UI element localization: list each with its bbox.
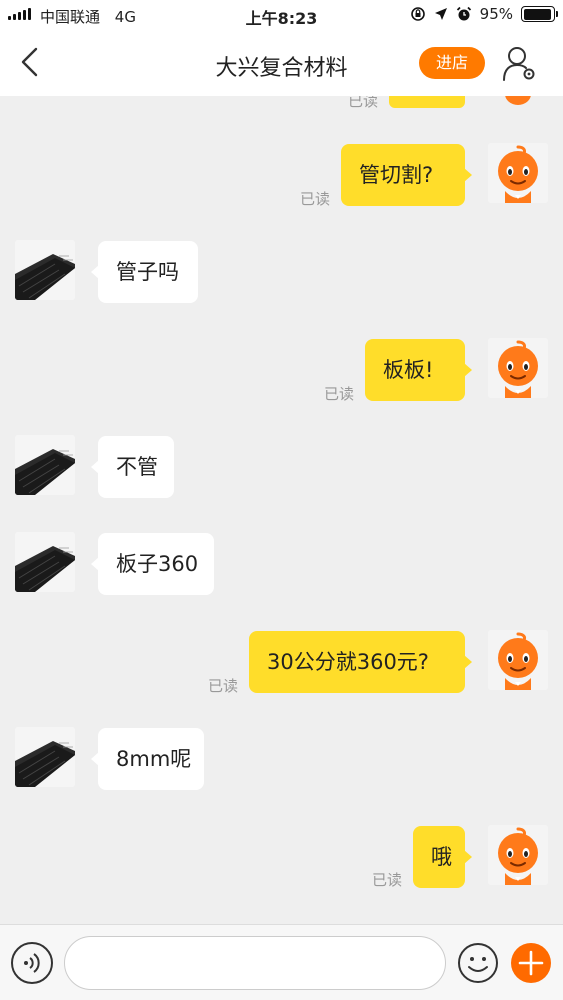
emoji-button[interactable] xyxy=(457,942,499,984)
voice-button[interactable] xyxy=(11,942,53,984)
message-bubble-received[interactable]: 管子吗 xyxy=(91,241,198,303)
message-bubble-sent[interactable]: 30公分就360元? xyxy=(249,631,472,693)
my-avatar[interactable] xyxy=(488,630,548,690)
seller-avatar[interactable] xyxy=(15,240,75,300)
seller-avatar[interactable] xyxy=(15,727,75,787)
input-bar xyxy=(0,924,563,1000)
avatar-mascot-partial xyxy=(488,96,548,108)
carbon-sheet-icon xyxy=(15,532,75,592)
message-bubble-sent[interactable]: 哦 xyxy=(413,826,472,888)
read-status: 已读 xyxy=(300,190,331,208)
seller-avatar[interactable] xyxy=(15,435,75,495)
read-status: 已读 xyxy=(372,871,403,889)
more-actions-button[interactable] xyxy=(511,943,551,983)
user-settings-icon xyxy=(503,47,535,81)
read-status: 已读 xyxy=(324,385,355,403)
carbon-sheet-icon xyxy=(15,435,75,495)
voice-icon xyxy=(24,953,40,973)
message-bubble-sent[interactable]: 板板! xyxy=(365,339,472,401)
carbon-sheet-icon xyxy=(15,727,75,787)
location-arrow-icon xyxy=(434,8,447,20)
orange-mascot-icon xyxy=(498,145,538,203)
battery-percent: 95% xyxy=(479,5,513,23)
carbon-sheet-icon xyxy=(15,240,75,300)
message-bubble-received[interactable]: 不管 xyxy=(91,436,174,498)
battery-icon xyxy=(521,6,558,22)
my-avatar[interactable] xyxy=(488,825,548,885)
back-button[interactable] xyxy=(14,44,48,80)
orange-mascot-icon xyxy=(498,632,538,690)
plus-icon xyxy=(518,950,544,976)
message-input[interactable] xyxy=(64,936,446,990)
alarm-icon xyxy=(456,6,471,21)
chevron-left-icon xyxy=(21,47,38,77)
my-avatar[interactable] xyxy=(488,338,548,398)
chat-header: 大兴复合材料 进店 xyxy=(0,30,563,96)
message-list[interactable]: 已读 已读 管切割? 管子吗 已读 板板! 不管 板子360 已读 30公分就3… xyxy=(0,96,563,924)
battery-fill xyxy=(523,8,552,20)
message-bubble-received[interactable]: 8mm呢 xyxy=(91,728,204,790)
smiley-icon xyxy=(458,943,498,983)
enter-shop-button[interactable]: 进店 xyxy=(419,47,485,79)
profile-button[interactable] xyxy=(500,44,540,84)
status-icons: 95% xyxy=(410,5,558,23)
orange-mascot-icon xyxy=(498,340,538,398)
orange-mascot-icon xyxy=(498,827,538,885)
orientation-lock-icon xyxy=(410,7,425,21)
my-avatar[interactable] xyxy=(488,143,548,203)
message-bubble-sent[interactable]: 管切割? xyxy=(341,144,472,206)
orange-mascot-icon xyxy=(505,96,531,105)
seller-avatar[interactable] xyxy=(15,532,75,592)
message-bubble-received[interactable]: 板子360 xyxy=(91,533,214,595)
read-status: 已读 xyxy=(348,96,379,110)
read-status: 已读 xyxy=(208,677,239,695)
status-bar: 中国联通 4G 上午8:23 95% xyxy=(0,0,563,30)
previous-message-bubble xyxy=(389,96,465,108)
